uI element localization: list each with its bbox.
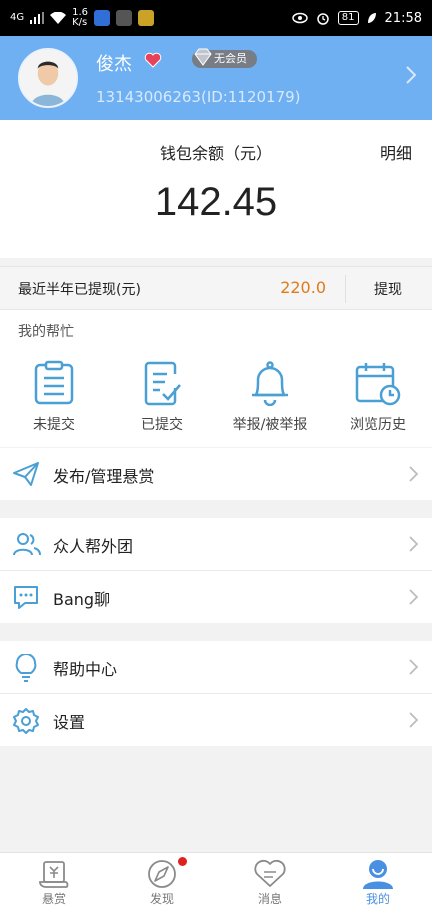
reward-scroll-icon [39,861,69,888]
chevron-right-icon [409,589,418,605]
nav-label: 悬赏 [41,892,66,906]
profile-header[interactable]: 俊杰 无会员 13143006263(ID:1120179) [0,36,432,120]
wallet-balance-value: 142.45 [154,180,278,224]
wechat-icon [116,10,133,26]
row-label: 帮助中心 [53,660,118,679]
membership-badge[interactable]: 无会员 [192,48,257,68]
divider [345,275,346,303]
row-label: 众人帮外团 [53,537,134,556]
wifi-icon [50,12,67,24]
alarm-icon [317,13,329,25]
battery-indicator: 81 [337,11,359,25]
menu-row-settings[interactable]: 设置 [0,694,432,746]
bottom-nav: 悬赏 发现 消息 我的 [0,852,432,912]
withdrawn-amount: 220.0 [280,278,326,297]
username: 俊杰 [96,54,132,75]
network-speed: 1.6 K/s [72,7,89,28]
nav-tab-mine[interactable]: 我的 [324,853,432,912]
wallet-balance-label: 钱包余额（元） [159,144,272,163]
help-item-report[interactable]: 举报/被举报 [216,360,324,444]
group-users-icon [13,533,41,556]
nav-tab-messages[interactable]: 消息 [216,853,324,912]
help-item-label: 未提交 [33,417,75,433]
nav-label: 发现 [149,892,174,906]
wallet-detail-link[interactable]: 明细 [380,140,412,164]
star-app-icon [138,10,155,26]
withdrawn-label: 最近半年已提现(元) [18,282,141,298]
nav-label: 我的 [365,892,390,906]
app-notification-icon [94,10,111,26]
section-title: 我的帮忙 [18,324,74,340]
chevron-right-icon [409,466,418,482]
help-item-label: 举报/被举报 [232,417,308,433]
row-label: 发布/管理悬赏 [53,467,155,486]
signal-icon [30,12,45,24]
membership-label: 无会员 [214,52,247,65]
submitted-doc-icon [144,361,181,406]
status-bar: 4G 1.6 K/s 81 21:58 [0,0,432,36]
clipboard-icon [34,360,74,405]
nav-tab-reward[interactable]: 悬赏 [0,853,108,912]
leaf-icon [367,13,376,23]
calendar-clock-icon [355,363,401,406]
withdraw-bar: 最近半年已提现(元) 220.0 提现 [0,266,432,310]
nav-label: 消息 [257,892,282,906]
avatar[interactable] [18,48,78,108]
chevron-right-icon [409,536,418,552]
paper-plane-icon [13,462,39,486]
chevron-right-icon[interactable] [406,66,416,84]
wallet-card: 钱包余额（元） 明细 142.45 [0,120,432,258]
menu-row-help-center[interactable]: 帮助中心 [0,641,432,693]
my-help-section: 我的帮忙 未提交 已提交 举报/被举报 浏览历史 [0,310,432,447]
eye-icon [292,12,308,24]
help-item-history[interactable]: 浏览历史 [324,360,432,444]
chevron-right-icon [409,659,418,675]
row-label: Bang聊 [53,590,111,609]
withdraw-button[interactable]: 提现 [374,279,402,299]
profile-icon [363,860,393,889]
gear-icon [13,708,39,734]
nav-tab-discover[interactable]: 发现 [108,853,216,912]
diamond-icon [194,48,212,66]
network-type: 4G [10,12,25,23]
heart-icon [144,52,162,68]
help-item-label: 浏览历史 [350,417,406,433]
help-item-submitted[interactable]: 已提交 [108,360,216,444]
chat-bubble-icon [14,586,38,609]
clock-time: 21:58 [384,10,422,26]
chevron-right-icon [409,712,418,728]
menu-row-group[interactable]: 众人帮外团 [0,518,432,570]
help-item-label: 已提交 [141,417,183,433]
notification-dot [178,857,187,866]
bell-icon [252,361,288,406]
menu-row-chat[interactable]: Bang聊 [0,571,432,623]
lightbulb-icon [15,654,37,682]
menu-row-publish[interactable]: 发布/管理悬赏 [0,448,432,500]
help-item-unsubmitted[interactable]: 未提交 [0,360,108,444]
user-id: 13143006263(ID:1120179) [96,88,301,106]
row-label: 设置 [53,713,86,732]
message-icon [254,859,286,887]
discover-icon [148,860,176,888]
